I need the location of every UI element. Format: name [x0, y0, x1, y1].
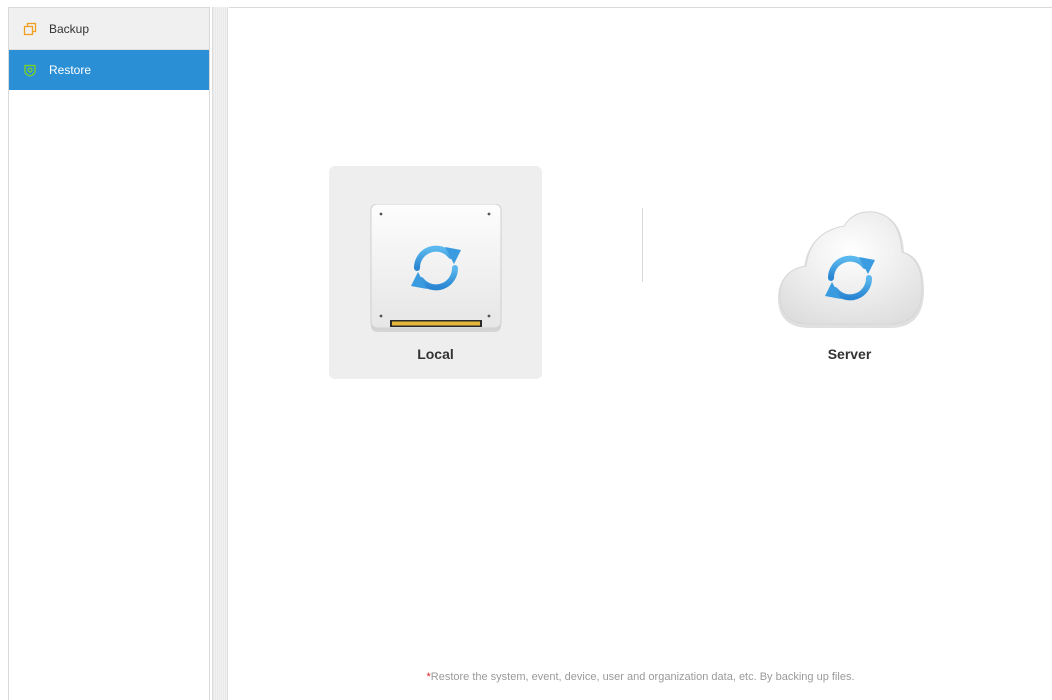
restore-description: *Restore the system, event, device, user… — [229, 671, 1052, 683]
restore-panel: Local Server *Restore the system, event,… — [229, 7, 1052, 700]
cloud-sync-icon — [778, 211, 924, 328]
server-restore-option[interactable]: Server — [743, 166, 956, 379]
sidebar-item-label: Backup — [49, 21, 90, 36]
sidebar-item-restore[interactable]: Restore — [9, 50, 209, 90]
server-option-label: Server — [827, 346, 872, 362]
local-option-label: Local — [417, 346, 454, 362]
backup-icon — [23, 22, 37, 36]
sidebar-item-backup[interactable]: Backup — [9, 8, 209, 50]
restore-shield-icon — [23, 63, 37, 77]
option-divider — [642, 208, 643, 282]
sidebar: Backup Restore — [8, 7, 210, 700]
app-frame: Backup Restore Local Server *Restore the… — [0, 0, 1052, 700]
local-restore-option[interactable]: Local — [329, 166, 542, 379]
local-drive-sync-icon — [370, 204, 502, 332]
footnote-text: Restore the system, event, device, user … — [430, 671, 855, 683]
sidebar-item-label: Restore — [49, 63, 92, 77]
panel-splitter[interactable] — [212, 7, 228, 700]
